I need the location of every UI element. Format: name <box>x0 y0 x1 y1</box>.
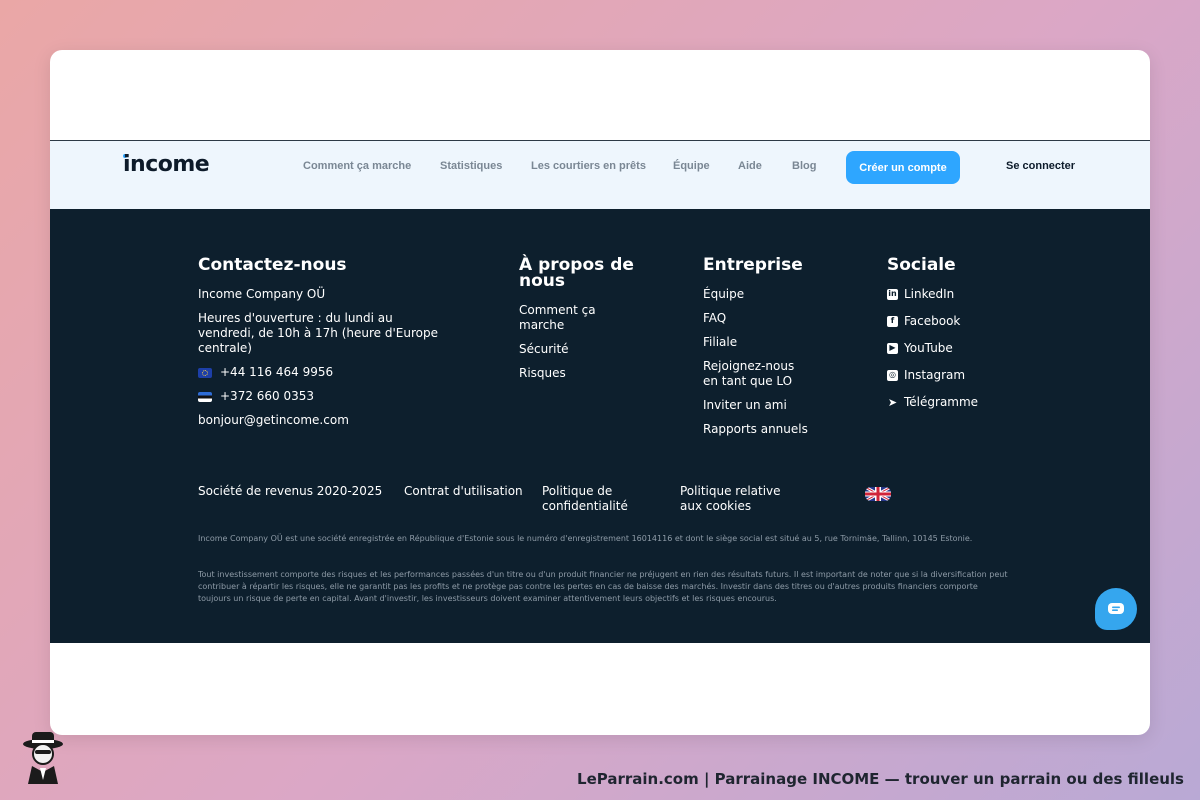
footer-contact-column: Contactez-nous Income Company OÜ Heures … <box>198 257 448 437</box>
estonia-flag-icon <box>198 391 212 402</box>
telegram-icon: ➤ <box>887 395 898 409</box>
opening-hours: Heures d'ouverture : du lundi au vendred… <box>198 311 438 355</box>
company-link-invite[interactable]: Inviter un ami <box>703 398 833 413</box>
company-registration-notice: Income Company OÜ est une société enregi… <box>198 534 973 543</box>
company-heading: Entreprise <box>703 255 803 275</box>
investment-risk-disclaimer: Tout investissement comporte des risques… <box>198 570 1008 603</box>
phone-ee-number: +372 660 0353 <box>220 389 315 403</box>
chat-bubble-icon <box>1108 603 1124 614</box>
social-instagram-label: Instagram <box>904 368 966 382</box>
company-name: Income Company OÜ <box>198 287 326 301</box>
company-link-faq[interactable]: FAQ <box>703 311 833 326</box>
youtube-icon: ▶ <box>887 342 898 354</box>
social-telegram-label: Télégramme <box>904 395 979 409</box>
chat-widget-button[interactable] <box>1095 588 1137 630</box>
about-link-security[interactable]: Sécurité <box>519 342 649 357</box>
browser-card: income Comment ça marche Statistiques Le… <box>50 50 1150 735</box>
phone-ee[interactable]: +372 660 0353 <box>198 389 448 404</box>
site-caption: LeParrain.com | Parrainage INCOME — trou… <box>577 770 1184 788</box>
nav-link-help[interactable]: Aide <box>738 160 762 172</box>
about-link-risks[interactable]: Risques <box>519 366 649 381</box>
top-navbar: income Comment ça marche Statistiques Le… <box>50 140 1150 209</box>
social-heading: Sociale <box>887 255 956 275</box>
leparrain-mascot-logo <box>23 732 63 784</box>
contact-heading: Contactez-nous <box>198 255 347 275</box>
social-telegram[interactable]: ➤ Télégramme <box>887 395 1017 409</box>
social-linkedin-label: LinkedIn <box>904 287 955 301</box>
about-link-how-it-works[interactable]: Comment ça marche <box>519 303 619 333</box>
company-link-affiliate[interactable]: Filiale <box>703 335 833 350</box>
social-youtube[interactable]: ▶ YouTube <box>887 341 1017 355</box>
nav-link-loan-brokers[interactable]: Les courtiers en prêts <box>531 160 646 172</box>
phone-eu-number: +44 116 464 9956 <box>220 365 334 379</box>
linkedin-icon: in <box>887 288 898 300</box>
company-link-annual-reports[interactable]: Rapports annuels <box>703 422 833 437</box>
instagram-icon: ◎ <box>887 369 898 381</box>
nav-link-team[interactable]: Équipe <box>673 160 710 172</box>
create-account-button[interactable]: Créer un compte <box>846 151 960 184</box>
cookie-policy-link[interactable]: Politique relative aux cookies <box>680 484 790 514</box>
social-linkedin[interactable]: in LinkedIn <box>887 287 1017 301</box>
phone-eu[interactable]: +44 116 464 9956 <box>198 365 448 380</box>
footer-social-column: Sociale in LinkedIn f Facebook ▶ YouTube… <box>887 257 1017 422</box>
terms-link[interactable]: Contrat d'utilisation <box>404 484 523 499</box>
privacy-policy-link[interactable]: Politique de confidentialité <box>542 484 642 514</box>
login-link[interactable]: Se connecter <box>1006 160 1075 172</box>
eu-flag-icon <box>198 367 212 378</box>
company-link-join-lo[interactable]: Rejoignez-nous en tant que LO <box>703 359 803 389</box>
footer-about-column: À propos de nous Comment ça marche Sécur… <box>519 257 649 390</box>
footer-company-column: Entreprise Équipe FAQ Filiale Rejoignez-… <box>703 257 833 446</box>
facebook-icon: f <box>887 315 898 327</box>
uk-flag-icon[interactable] <box>865 487 891 501</box>
contact-email[interactable]: bonjour@getincome.com <box>198 413 448 428</box>
company-link-team[interactable]: Équipe <box>703 287 833 302</box>
social-facebook-label: Facebook <box>904 314 961 328</box>
social-instagram[interactable]: ◎ Instagram <box>887 368 1017 382</box>
copyright-text: Société de revenus 2020-2025 <box>198 484 383 498</box>
nav-link-how-it-works[interactable]: Comment ça marche <box>303 160 411 172</box>
nav-link-blog[interactable]: Blog <box>792 160 816 172</box>
nav-link-statistics[interactable]: Statistiques <box>440 160 502 172</box>
income-logo[interactable]: income <box>123 152 210 177</box>
social-facebook[interactable]: f Facebook <box>887 314 1017 328</box>
about-heading: À propos de nous <box>519 255 634 291</box>
site-footer: Contactez-nous Income Company OÜ Heures … <box>50 209 1150 643</box>
social-youtube-label: YouTube <box>904 341 953 355</box>
